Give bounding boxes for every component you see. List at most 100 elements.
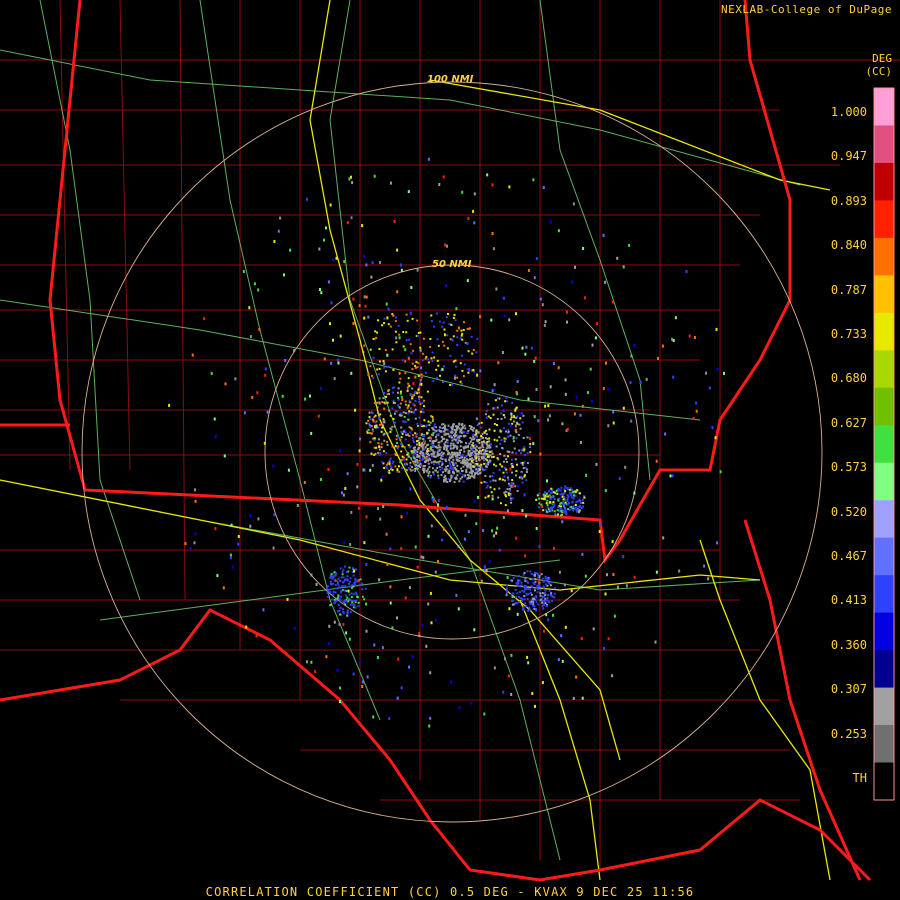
radar-pixel	[323, 238, 325, 242]
radar-pixel	[452, 442, 455, 445]
radar-pixel	[461, 190, 464, 194]
radar-pixel	[348, 582, 350, 585]
legend-swatch	[874, 612, 894, 651]
radar-pixel	[466, 279, 469, 283]
radar-pixel	[428, 466, 431, 469]
radar-pixel	[521, 589, 524, 592]
radar-pixel	[695, 401, 698, 405]
radar-map: 100 NMI 50 NMI	[0, 0, 900, 900]
radar-pixel	[437, 503, 439, 507]
radar-pixel	[407, 444, 410, 447]
radar-pixel	[422, 444, 425, 447]
radar-pixel	[357, 596, 359, 599]
radar-pixel	[354, 568, 357, 571]
radar-pixel	[415, 361, 418, 363]
radar-pixel	[454, 431, 457, 434]
radar-pixel	[460, 449, 462, 451]
radar-pixel	[369, 417, 372, 420]
radar-pixel	[472, 368, 475, 371]
radar-pixel	[575, 675, 578, 679]
radar-pixel	[367, 428, 370, 431]
radar-pixel	[388, 409, 391, 412]
radar-pixel	[374, 425, 376, 429]
radar-pixel	[363, 316, 366, 320]
radar-pixel	[388, 471, 391, 474]
radar-pixel	[339, 613, 341, 616]
radar-pixel	[450, 474, 453, 477]
legend-tick: 0.520	[830, 504, 867, 519]
radar-pixel	[468, 327, 471, 330]
radar-pixel	[408, 410, 411, 413]
radar-pixel	[400, 450, 403, 453]
radar-pixel	[508, 422, 511, 425]
radar-pixel	[572, 497, 575, 500]
radar-pixel	[388, 717, 391, 721]
radar-pixel	[559, 493, 562, 496]
radar-pixel	[561, 659, 564, 663]
radar-pixel	[515, 437, 518, 440]
radar-pixel	[473, 450, 476, 453]
legend-tick: 0.573	[830, 460, 867, 475]
radar-pixel	[527, 661, 530, 665]
radar-pixel	[452, 453, 455, 456]
radar-pixel	[510, 501, 513, 504]
radar-pixel	[475, 351, 478, 354]
radar-pixel	[466, 446, 469, 449]
radar-pixel	[472, 209, 475, 213]
radar-pixel	[354, 408, 357, 412]
radar-pixel	[389, 414, 392, 417]
radar-pixel	[414, 545, 417, 549]
radar-pixel	[716, 541, 719, 545]
radar-pixel	[327, 595, 330, 598]
radar-pixel	[502, 690, 505, 694]
radar-pixel	[341, 491, 343, 495]
radar-pixel	[538, 497, 540, 500]
radar-pixel	[436, 377, 438, 379]
radar-pixel	[582, 247, 585, 250]
legend-swatch	[874, 237, 894, 276]
radar-pixel	[370, 275, 373, 279]
radar-pixel	[465, 442, 468, 445]
radar-pixel	[427, 420, 430, 423]
radar-pixel	[310, 573, 313, 577]
radar-pixel	[544, 589, 547, 592]
radar-pixel	[533, 583, 536, 585]
radar-pixel	[475, 469, 478, 472]
radar-pixel	[486, 456, 489, 458]
radar-pixel	[352, 672, 355, 676]
radar-pixel	[489, 459, 492, 462]
radar-pixel	[475, 429, 478, 432]
radar-pixel	[539, 452, 542, 456]
radar-pixel	[399, 263, 402, 267]
radar-pixel	[318, 247, 321, 251]
radar-pixel	[442, 471, 444, 474]
radar-pixel	[327, 468, 330, 471]
radar-pixel	[329, 576, 332, 579]
radar-pixel	[394, 465, 397, 468]
radar-pixel	[379, 423, 381, 426]
radar-pixel	[633, 491, 636, 495]
radar-pixel	[541, 681, 544, 684]
radar-pixel	[371, 428, 374, 431]
radar-pixel	[404, 412, 407, 414]
radar-pixel	[430, 621, 433, 625]
radar-pixel	[426, 431, 429, 434]
radar-pixel	[525, 592, 528, 595]
radar-pixel	[708, 386, 711, 390]
radar-pixel	[168, 403, 171, 407]
radar-pixel	[428, 424, 431, 426]
radar-pixel	[464, 461, 467, 464]
radar-pixel	[515, 601, 518, 604]
radar-pixel	[520, 452, 522, 455]
radar-pixel	[426, 447, 429, 450]
radar-pixel	[479, 315, 482, 319]
radar-pixel	[417, 331, 420, 334]
radar-pixel	[539, 297, 542, 301]
radar-pixel	[473, 628, 476, 632]
radar-pixel	[488, 428, 491, 431]
radar-pixel	[685, 270, 688, 273]
radar-pixel	[397, 657, 400, 661]
radar-pixel	[528, 600, 531, 603]
radar-pixel	[693, 336, 696, 339]
radar-pixel	[545, 492, 548, 495]
